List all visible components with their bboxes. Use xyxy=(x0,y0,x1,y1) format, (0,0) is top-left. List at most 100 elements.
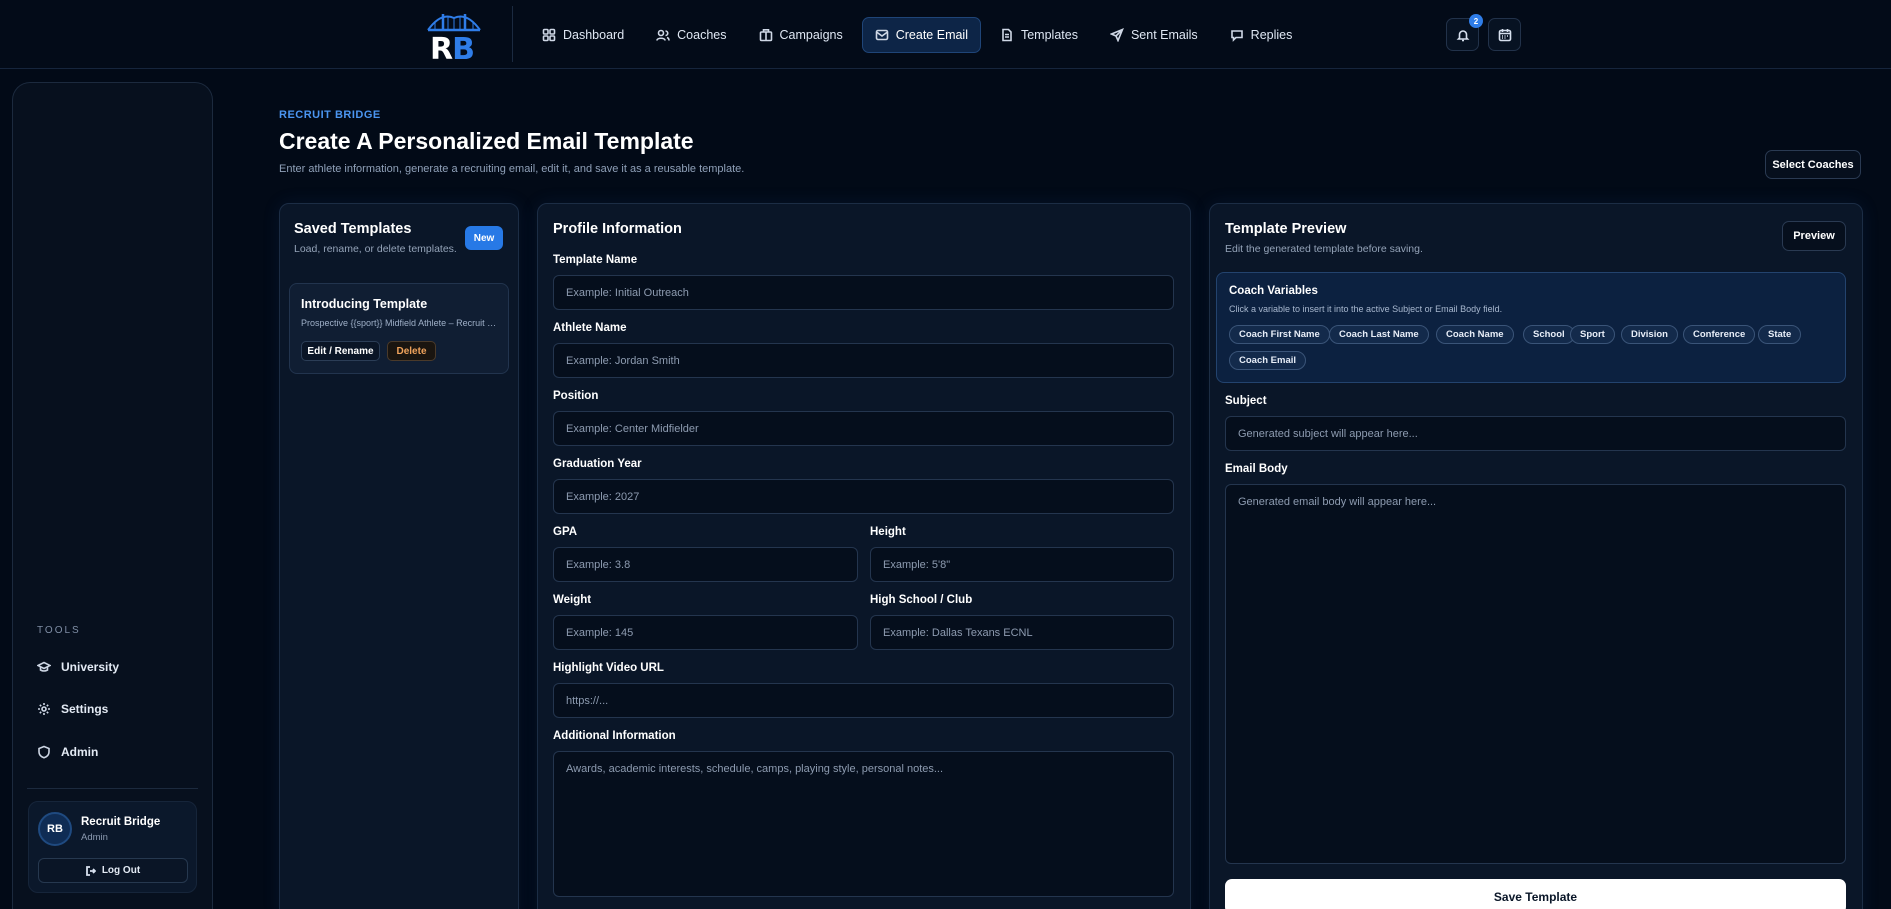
document-icon xyxy=(1002,28,1012,42)
template-card[interactable]: Introducing Template Prospective {{sport… xyxy=(289,283,509,374)
nav-item-coaches[interactable]: Coaches xyxy=(643,17,739,53)
highlight-video-label: Highlight Video URL xyxy=(553,662,664,674)
nav-item-label: Create Email xyxy=(895,28,968,42)
preview-button[interactable]: Preview xyxy=(1782,221,1846,251)
main-nav: Dashboard Coaches Campaigns Create Email… xyxy=(529,17,1305,53)
gpa-input[interactable]: Example: 3.8 xyxy=(553,547,858,582)
chat-icon xyxy=(1230,30,1243,42)
graduation-cap-icon xyxy=(37,661,51,672)
divider xyxy=(512,6,513,62)
graduation-year-label: Graduation Year xyxy=(553,458,642,470)
weight-input[interactable]: Example: 145 xyxy=(553,615,858,650)
gear-icon xyxy=(38,703,50,715)
athlete-name-input[interactable]: Example: Jordan Smith xyxy=(553,343,1174,378)
additional-info-label: Additional Information xyxy=(553,730,676,742)
height-label: Height xyxy=(870,526,906,538)
tools-section-title: TOOLS xyxy=(37,625,81,636)
nav-item-replies[interactable]: Replies xyxy=(1217,17,1306,53)
calendar-button[interactable] xyxy=(1488,18,1521,51)
variable-chip-coach-name[interactable]: Coach Name xyxy=(1436,325,1514,344)
calendar-icon xyxy=(1498,28,1511,41)
nav-item-templates[interactable]: Templates xyxy=(987,17,1091,53)
saved-templates-subtitle: Load, rename, or delete templates. xyxy=(294,243,457,255)
divider xyxy=(27,788,198,789)
email-body-textarea[interactable]: Generated email body will appear here... xyxy=(1225,484,1846,864)
position-input[interactable]: Example: Center Midfielder xyxy=(553,411,1174,446)
additional-info-textarea[interactable]: Awards, academic interests, schedule, ca… xyxy=(553,751,1174,897)
delete-button[interactable]: Delete xyxy=(387,341,436,361)
nav-item-sent-emails[interactable]: Sent Emails xyxy=(1097,17,1211,53)
subject-label: Subject xyxy=(1225,395,1267,407)
user-card: RB Recruit Bridge Admin Log Out xyxy=(28,801,197,893)
sidebar-item-admin[interactable]: Admin xyxy=(37,745,98,759)
nav-item-label: Dashboard xyxy=(563,28,625,42)
nav-item-campaigns[interactable]: Campaigns xyxy=(746,17,856,53)
profile-information-title: Profile Information xyxy=(553,221,682,237)
coach-variables-title: Coach Variables xyxy=(1229,285,1318,297)
user-name: Recruit Bridge xyxy=(81,816,161,828)
variable-chip-coach-last-name[interactable]: Coach Last Name xyxy=(1329,325,1429,344)
graduation-year-input[interactable]: Example: 2027 xyxy=(553,479,1174,514)
template-subject: Prospective {{sport}} Midfield Athlete –… xyxy=(301,318,499,328)
variable-chip-conference[interactable]: Conference xyxy=(1683,325,1756,344)
nav-item-label: Replies xyxy=(1250,28,1293,42)
coach-variables-box: Coach Variables Click a variable to inse… xyxy=(1216,272,1846,383)
template-name-input[interactable]: Example: Initial Outreach xyxy=(553,275,1174,310)
coach-variables-subtitle: Click a variable to insert it into the a… xyxy=(1229,304,1503,314)
template-preview-title: Template Preview xyxy=(1225,221,1347,237)
select-coaches-button[interactable]: Select Coaches xyxy=(1765,150,1861,179)
user-role: Admin xyxy=(81,832,108,843)
dashboard-icon xyxy=(542,28,556,42)
gpa-label: GPA xyxy=(553,526,578,538)
position-label: Position xyxy=(553,390,599,402)
variable-chip-division[interactable]: Division xyxy=(1621,325,1678,344)
send-icon xyxy=(1109,28,1124,42)
nav-item-label: Templates xyxy=(1020,28,1078,42)
email-body-label: Email Body xyxy=(1225,463,1288,475)
bell-icon xyxy=(1456,29,1469,41)
nav-item-label: Sent Emails xyxy=(1130,28,1198,42)
sidebar: TOOLS University Settings Admin RB Recru… xyxy=(12,82,213,909)
variable-chip-school[interactable]: School xyxy=(1523,325,1575,344)
page-eyebrow: RECRUIT BRIDGE xyxy=(279,109,381,121)
variable-chip-coach-email[interactable]: Coach Email xyxy=(1229,351,1307,370)
avatar[interactable]: RB xyxy=(38,812,72,846)
sidebar-item-settings[interactable]: Settings xyxy=(37,702,108,716)
page-subtitle: Enter athlete information, generate a re… xyxy=(279,163,745,175)
nav-item-dashboard[interactable]: Dashboard xyxy=(529,17,637,53)
nav-item-create-email[interactable]: Create Email xyxy=(861,17,981,53)
highlight-video-input[interactable]: https://... xyxy=(553,683,1174,718)
athlete-name-label: Athlete Name xyxy=(553,322,627,334)
sidebar-item-university[interactable]: University xyxy=(37,660,119,674)
height-input[interactable]: Example: 5'8" xyxy=(870,547,1174,582)
variable-chip-coach-first-name[interactable]: Coach First Name xyxy=(1229,325,1330,344)
page-title: Create A Personalized Email Template xyxy=(279,128,694,154)
high-school-club-label: High School / Club xyxy=(870,594,973,606)
save-template-button[interactable]: Save Template xyxy=(1225,879,1846,909)
nav-item-label: Coaches xyxy=(677,28,727,42)
weight-label: Weight xyxy=(553,594,592,606)
sidebar-item-label: University xyxy=(61,660,120,674)
variable-chip-sport[interactable]: Sport xyxy=(1570,325,1615,344)
high-school-club-input[interactable]: Example: Dallas Texans ECNL xyxy=(870,615,1174,650)
app-logo[interactable]: RB xyxy=(426,8,482,67)
template-name: Introducing Template xyxy=(301,297,428,311)
template-preview-subtitle: Edit the generated template before savin… xyxy=(1225,243,1423,255)
building-icon xyxy=(759,29,772,42)
shield-icon xyxy=(38,745,50,759)
new-template-button[interactable]: New xyxy=(465,226,503,250)
variable-chip-state[interactable]: State xyxy=(1758,325,1802,344)
top-navigation-bar: RB Dashboard Coaches Campaigns Create Em… xyxy=(0,0,1891,69)
mail-icon xyxy=(875,29,889,41)
notifications-button[interactable]: 2 xyxy=(1446,14,1483,51)
notification-count-badge: 2 xyxy=(1469,14,1483,28)
logout-label: Log Out xyxy=(101,865,141,876)
logout-button[interactable]: Log Out xyxy=(38,858,188,883)
edit-rename-button[interactable]: Edit / Rename xyxy=(301,341,380,361)
saved-templates-title: Saved Templates xyxy=(294,221,412,237)
subject-input[interactable]: Generated subject will appear here... xyxy=(1225,416,1846,451)
template-name-label: Template Name xyxy=(553,254,638,266)
users-icon xyxy=(656,29,670,41)
logo-text: RB xyxy=(430,32,475,67)
sidebar-item-label: Settings xyxy=(61,702,109,716)
